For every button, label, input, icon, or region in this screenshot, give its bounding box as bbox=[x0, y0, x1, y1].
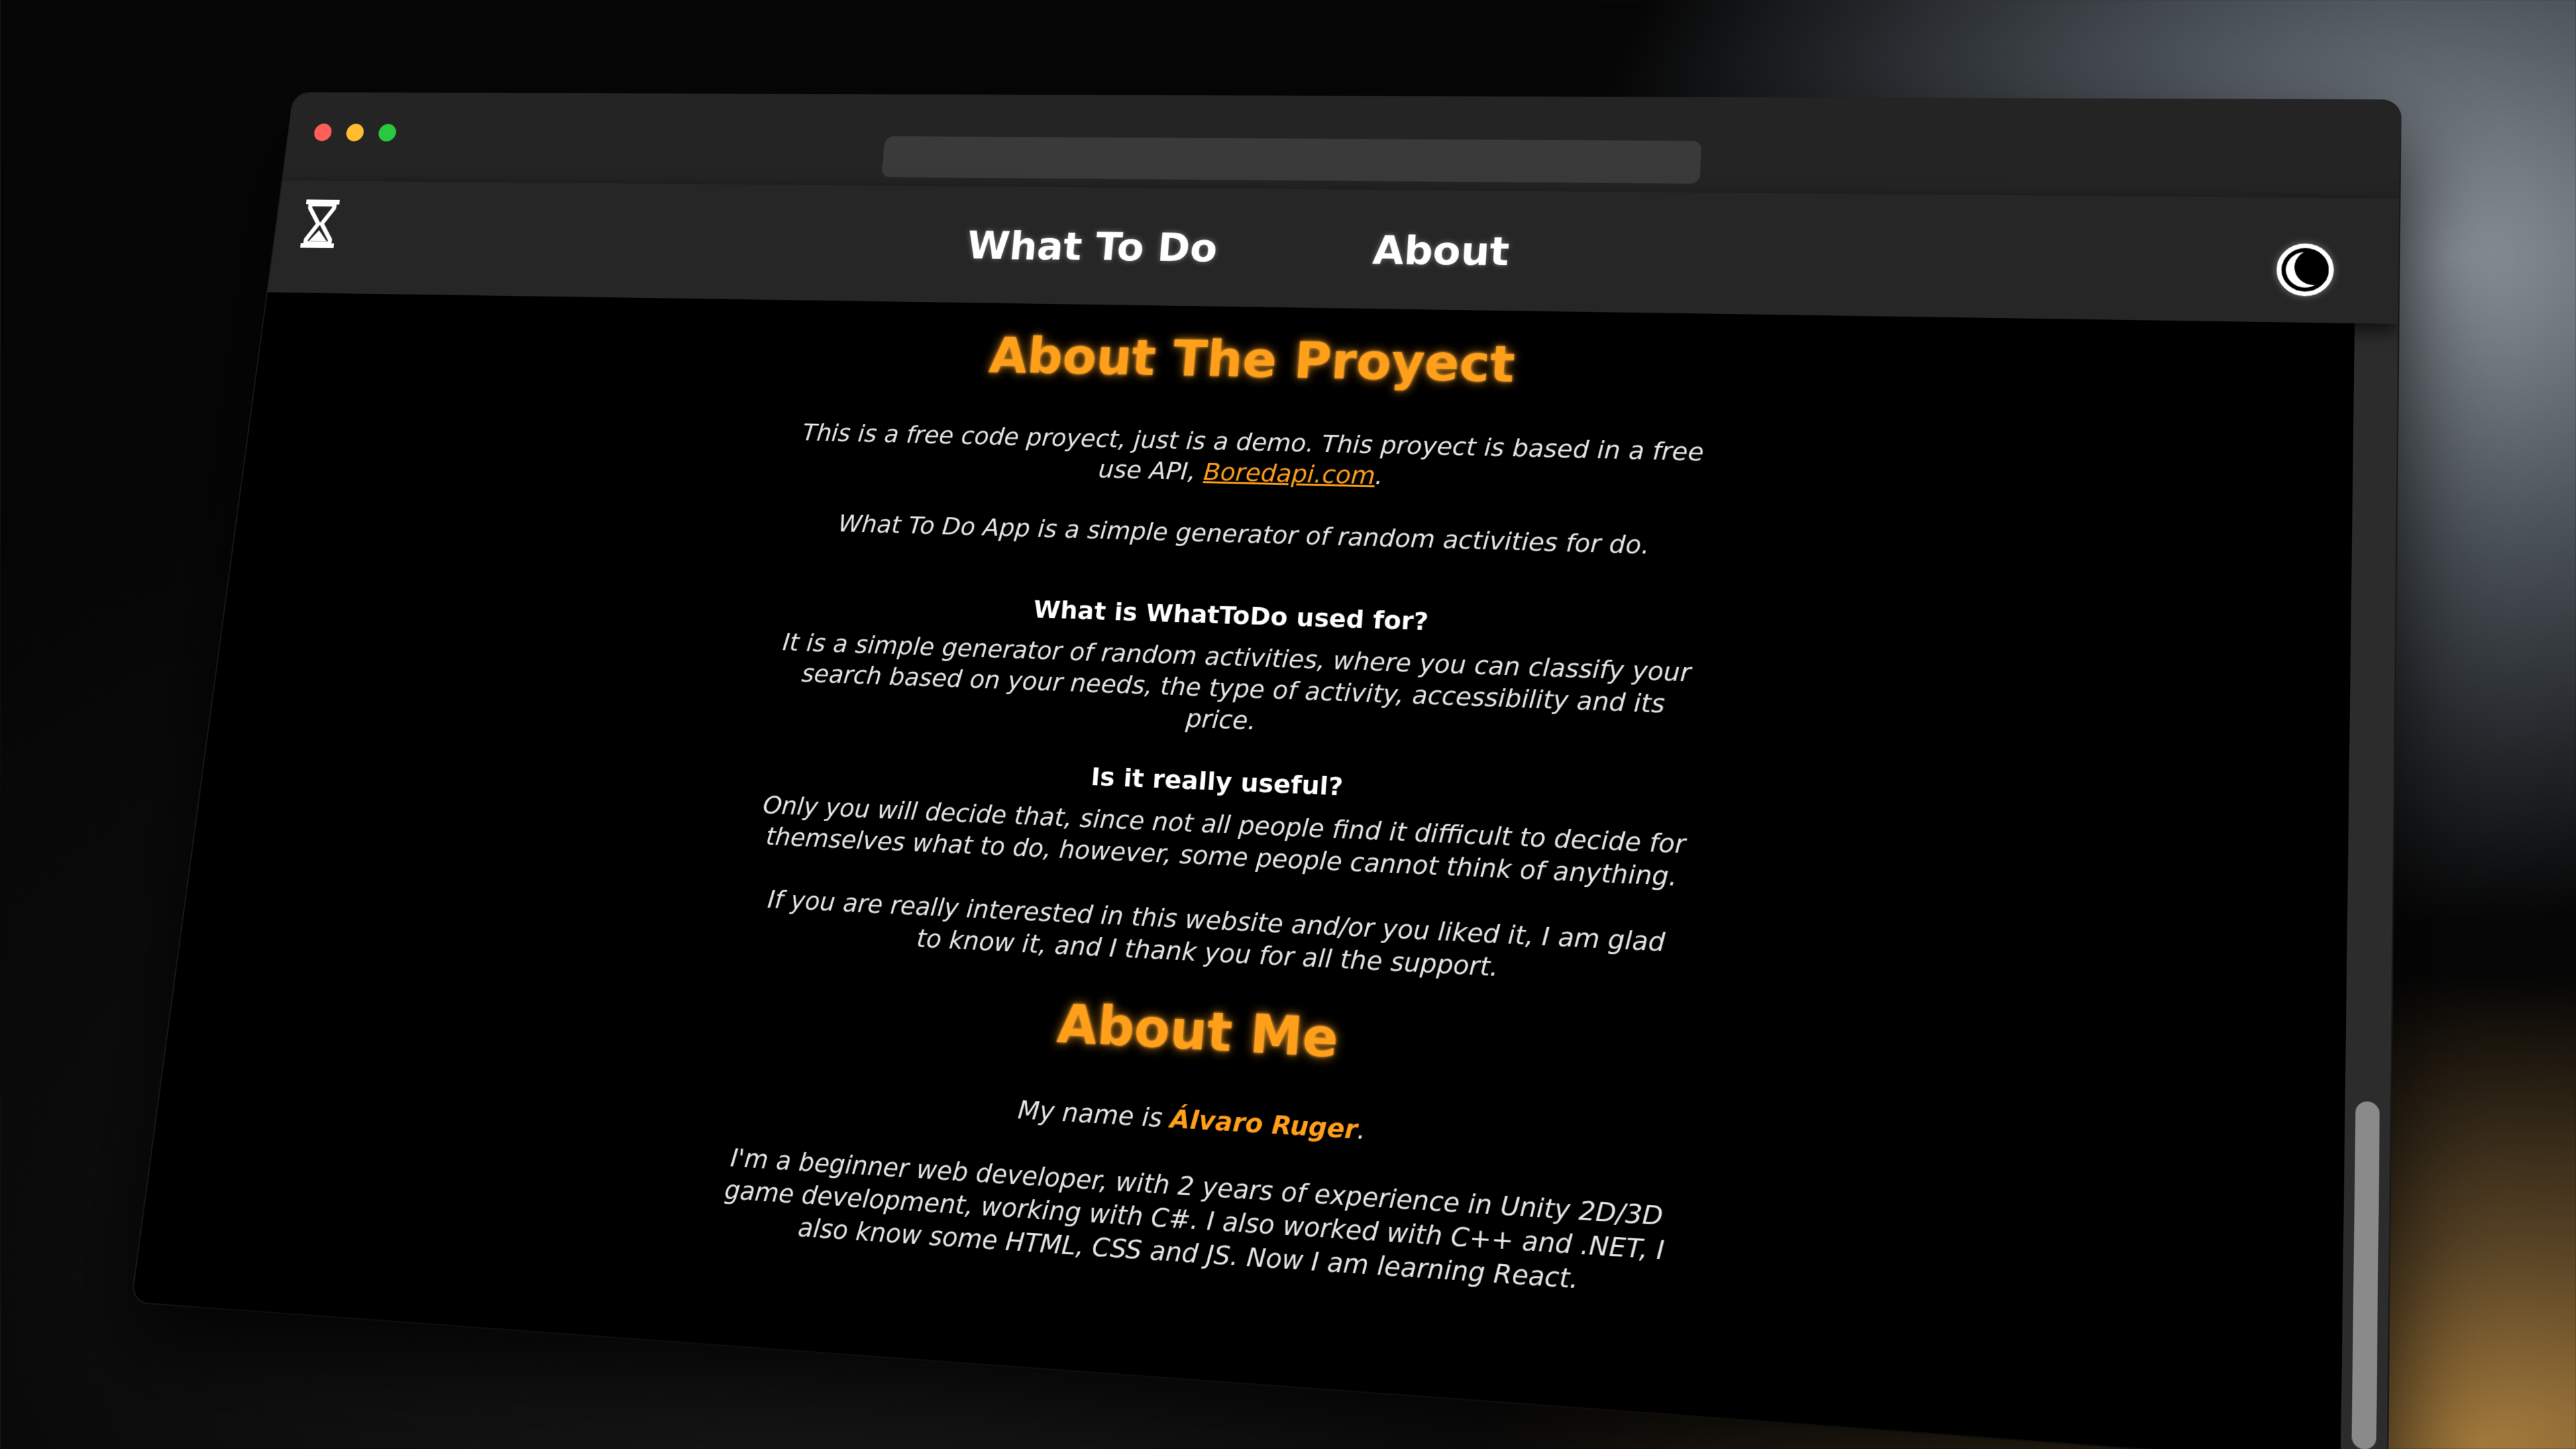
about-project-title: About The Proyect bbox=[987, 327, 1517, 394]
project-intro-period: . bbox=[1374, 462, 1385, 490]
about-page-content: About The Proyect This is a free code pr… bbox=[132, 292, 2355, 1449]
nav-link-what-to-do[interactable]: What To Do bbox=[965, 223, 1220, 270]
nav-link-about[interactable]: About bbox=[1371, 227, 1511, 275]
browser-window: What To Do About About The Proyect This … bbox=[131, 93, 2400, 1449]
hourglass-icon[interactable] bbox=[297, 197, 344, 251]
about-me-title: About Me bbox=[1055, 994, 1341, 1071]
close-window-button[interactable] bbox=[313, 123, 333, 142]
thanks-paragraph: If you are really interested in this web… bbox=[766, 884, 1666, 983]
stage: What To Do About About The Proyect This … bbox=[0, 0, 2576, 1449]
answer-used-for: It is a simple generator of random activ… bbox=[781, 627, 1692, 736]
moon-icon-cutout bbox=[2294, 249, 2334, 286]
project-summary: What To Do App is a simple generator of … bbox=[837, 509, 1651, 560]
scrollbar-thumb[interactable] bbox=[2351, 1100, 2380, 1449]
name-suffix: . bbox=[1356, 1114, 1367, 1146]
address-bar[interactable] bbox=[881, 136, 1702, 184]
project-intro: This is a free code proyect, just is a d… bbox=[796, 417, 1707, 499]
boredapi-link[interactable]: Boredapi.com bbox=[1203, 458, 1377, 490]
maximize-window-button[interactable] bbox=[377, 123, 397, 142]
author-bio: I'm a beginner web developer, with 2 yea… bbox=[722, 1142, 1666, 1295]
author-name: Álvaro Ruger bbox=[1169, 1103, 1358, 1145]
theme-toggle-button[interactable] bbox=[2275, 243, 2334, 297]
minimize-window-button[interactable] bbox=[345, 123, 365, 142]
window-controls bbox=[313, 123, 397, 142]
name-prefix: My name is bbox=[1016, 1094, 1164, 1134]
